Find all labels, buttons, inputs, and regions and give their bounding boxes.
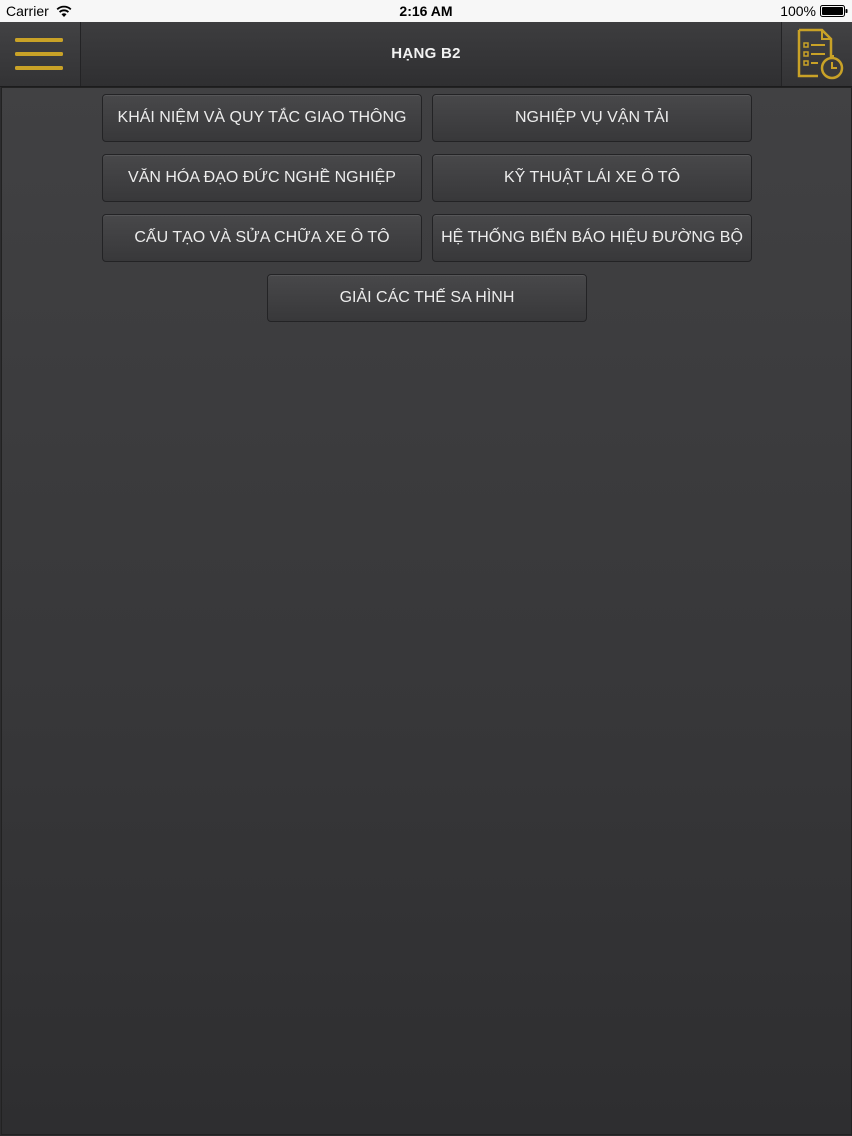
exam-timer-icon <box>797 28 844 80</box>
topic-button-professional-ethics[interactable]: VĂN HÓA ĐẠO ĐỨC NGHỀ NGHIỆP <box>102 154 422 202</box>
navigation-bar: HẠNG B2 <box>0 22 852 87</box>
topic-button-driving-technique[interactable]: KỸ THUẬT LÁI XE Ô TÔ <box>432 154 752 202</box>
status-bar: Carrier 2:16 AM 100% <box>0 0 852 22</box>
topic-button-vehicle-structure-repair[interactable]: CẤU TẠO VÀ SỬA CHỮA XE Ô TÔ <box>102 214 422 262</box>
topic-button-transport-operations[interactable]: NGHIỆP VỤ VẬN TẢI <box>432 94 752 142</box>
page-title: HẠNG B2 <box>391 45 461 62</box>
battery-icon <box>820 5 848 17</box>
topic-button-traffic-situations[interactable]: GIẢI CÁC THẾ SA HÌNH <box>267 274 587 322</box>
topic-button-road-signs[interactable]: HỆ THỐNG BIỂN BÁO HIỆU ĐƯỜNG BỘ <box>432 214 752 262</box>
status-time: 2:16 AM <box>399 3 453 19</box>
topic-list-panel: KHÁI NIỆM VÀ QUY TẮC GIAO THÔNG NGHIỆP V… <box>1 87 852 1135</box>
exam-button[interactable] <box>781 22 852 86</box>
topic-button-traffic-rules[interactable]: KHÁI NIỆM VÀ QUY TẮC GIAO THÔNG <box>102 94 422 142</box>
battery-percentage: 100% <box>780 3 816 19</box>
